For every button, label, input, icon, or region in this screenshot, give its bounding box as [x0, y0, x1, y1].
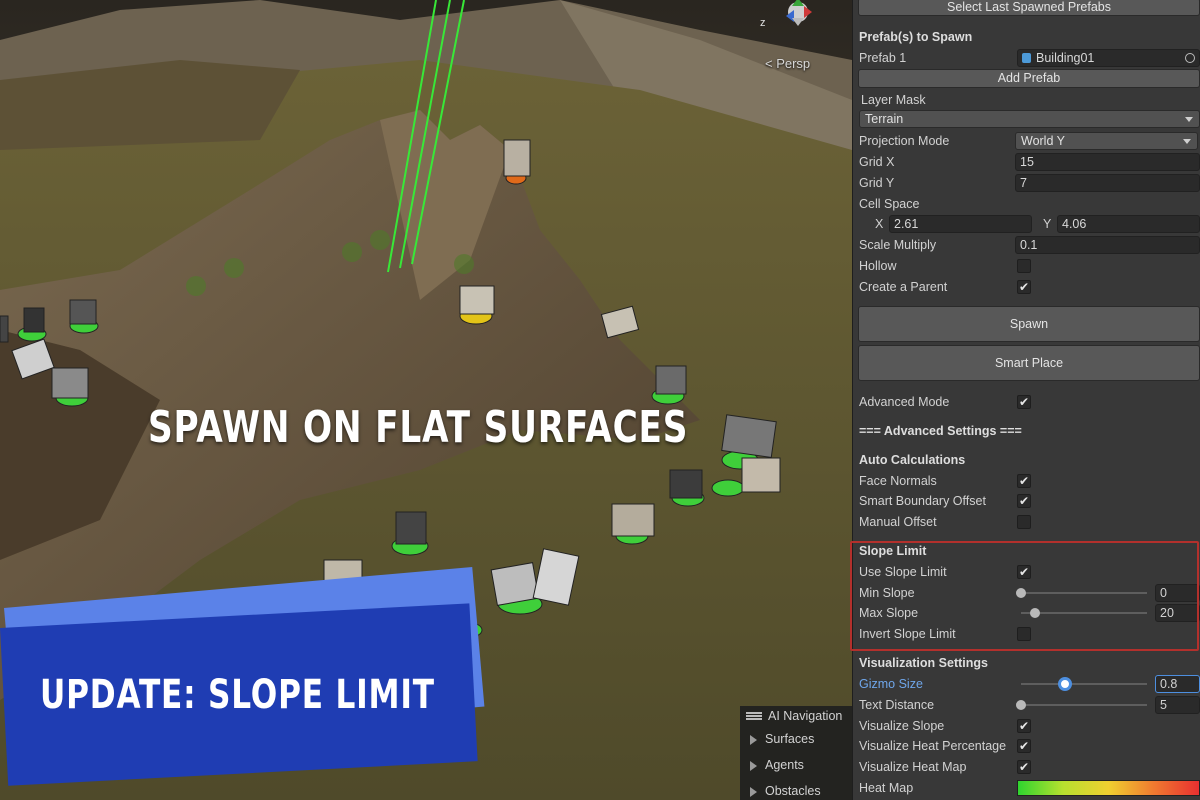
ai-navigation-title: AI Navigation	[768, 709, 843, 723]
max-slope-field[interactable]: 20	[1155, 604, 1200, 622]
min-slope-row: Min Slope 0	[859, 583, 1200, 603]
invert-slope-checkbox[interactable]	[1017, 627, 1031, 641]
ai-nav-item-surfaces[interactable]: Surfaces	[740, 726, 852, 752]
min-slope-slider[interactable]	[1021, 592, 1147, 594]
drag-handle-icon[interactable]	[746, 712, 762, 720]
smart-place-button[interactable]: Smart Place	[858, 345, 1200, 381]
scene-view[interactable]: z < Persp SPAWN ON FLAT SURFACES UPDATE:…	[0, 0, 852, 800]
ai-navigation-header[interactable]: AI Navigation	[740, 706, 852, 726]
smart-boundary-row: Smart Boundary Offset ✔	[859, 494, 1031, 508]
spawn-button[interactable]: Spawn	[858, 306, 1200, 342]
prefab-1-object-field[interactable]: Building01	[1017, 49, 1200, 67]
heat-map-row: Heat Map	[859, 778, 1200, 798]
prefab-1-label: Prefab 1	[859, 51, 907, 65]
grid-x-row: Grid X 15	[859, 152, 1200, 172]
visualization-settings-header: Visualization Settings	[859, 656, 988, 670]
gizmo-size-field[interactable]: 0.8	[1155, 675, 1200, 693]
use-slope-limit-checkbox[interactable]: ✔	[1017, 565, 1031, 579]
advanced-settings-header: === Advanced Settings ===	[859, 424, 1022, 438]
visualize-heat-pct-row: Visualize Heat Percentage ✔	[859, 739, 1031, 753]
text-distance-knob[interactable]	[1016, 700, 1026, 710]
view-mode-label[interactable]: < Persp	[765, 56, 810, 71]
scale-multiply-row: Scale Multiply 0.1	[859, 235, 1200, 255]
cell-space-fields: X 2.61 Y 4.06	[859, 214, 1200, 234]
ai-navigation-overlay[interactable]: AI Navigation Surfaces Agents Obstacles	[740, 706, 852, 800]
cell-x-field[interactable]: 2.61	[889, 215, 1032, 233]
chevron-down-icon	[1183, 139, 1191, 144]
heat-map-gradient-field[interactable]	[1017, 780, 1200, 796]
grid-x-field[interactable]: 15	[1015, 153, 1200, 171]
smart-boundary-checkbox[interactable]: ✔	[1017, 494, 1031, 508]
chevron-down-icon	[1185, 117, 1193, 122]
text-distance-row: Text Distance 5	[859, 695, 1200, 715]
use-slope-limit-row: Use Slope Limit ✔	[859, 565, 1031, 579]
advanced-mode-checkbox[interactable]: ✔	[1017, 395, 1031, 409]
projection-mode-row: Projection Mode World Y	[859, 131, 1200, 151]
scale-multiply-field[interactable]: 0.1	[1015, 236, 1200, 254]
hollow-checkbox[interactable]	[1017, 259, 1031, 273]
hollow-row: Hollow	[859, 256, 1200, 276]
text-distance-field[interactable]: 5	[1155, 696, 1200, 714]
gizmo-size-label: Gizmo Size	[859, 677, 923, 691]
inspector-panel: Select Last Spawned Prefabs Prefab(s) to…	[852, 0, 1200, 800]
expand-arrow-icon[interactable]	[750, 760, 757, 771]
layer-mask-row: Layer Mask	[861, 93, 926, 107]
prefab-cube-icon	[1022, 53, 1031, 63]
layer-mask-dropdown[interactable]: Terrain	[859, 110, 1200, 128]
visualize-heat-pct-checkbox[interactable]: ✔	[1017, 739, 1031, 753]
min-slope-knob[interactable]	[1016, 588, 1026, 598]
face-normals-checkbox[interactable]: ✔	[1017, 474, 1031, 488]
manual-offset-row: Manual Offset	[859, 512, 1200, 532]
gizmo-axis-label: z	[760, 17, 766, 29]
headline-text: SPAWN ON FLAT SURFACES	[148, 402, 689, 453]
text-distance-slider[interactable]	[1021, 704, 1147, 706]
add-prefab-button[interactable]: Add Prefab	[858, 69, 1200, 88]
select-last-spawned-button[interactable]: Select Last Spawned Prefabs	[858, 0, 1200, 16]
gizmo-size-slider[interactable]	[1021, 683, 1147, 685]
advanced-mode-row: Advanced Mode ✔	[859, 395, 1031, 409]
slope-limit-header: Slope Limit	[859, 544, 927, 558]
min-slope-field[interactable]: 0	[1155, 584, 1200, 602]
visualize-heat-map-checkbox[interactable]: ✔	[1017, 760, 1031, 774]
face-normals-row: Face Normals ✔	[859, 474, 1031, 488]
gizmo-size-row: Gizmo Size 0.8	[859, 674, 1200, 694]
invert-slope-row: Invert Slope Limit	[859, 624, 1200, 644]
grid-y-row: Grid Y7	[859, 173, 1200, 193]
gizmo-size-knob[interactable]	[1058, 677, 1073, 691]
projection-mode-dropdown[interactable]: World Y	[1015, 132, 1198, 150]
visualize-heat-map-row: Visualize Heat Map ✔	[859, 760, 1031, 774]
expand-arrow-icon[interactable]	[750, 786, 757, 797]
grid-y-field[interactable]: 7	[1015, 174, 1200, 192]
prefabs-to-spawn-header: Prefab(s) to Spawn	[859, 30, 973, 44]
max-slope-row: Max Slope 20	[859, 603, 1200, 623]
banner-text: UPDATE: SLOPE LIMIT	[40, 672, 435, 718]
max-slope-knob[interactable]	[1029, 608, 1040, 618]
manual-offset-checkbox[interactable]	[1017, 515, 1031, 529]
cell-y-field[interactable]: 4.06	[1057, 215, 1200, 233]
visualize-slope-checkbox[interactable]: ✔	[1017, 719, 1031, 733]
create-parent-checkbox[interactable]: ✔	[1017, 280, 1031, 294]
max-slope-slider[interactable]	[1021, 612, 1147, 614]
auto-calculations-header: Auto Calculations	[859, 453, 966, 467]
create-parent-row: Create a Parent ✔	[859, 280, 1031, 294]
visualize-slope-row: Visualize Slope ✔	[859, 719, 1031, 733]
prefab-1-row: Prefab 1 Building01	[859, 48, 1200, 68]
cell-space-row: Cell Space	[859, 197, 920, 211]
object-picker-icon[interactable]	[1185, 53, 1195, 63]
expand-arrow-icon[interactable]	[750, 734, 757, 745]
ai-nav-item-agents[interactable]: Agents	[740, 752, 852, 778]
orientation-gizmo-icon[interactable]: z	[758, 0, 828, 40]
ai-nav-item-obstacles[interactable]: Obstacles	[740, 778, 852, 800]
